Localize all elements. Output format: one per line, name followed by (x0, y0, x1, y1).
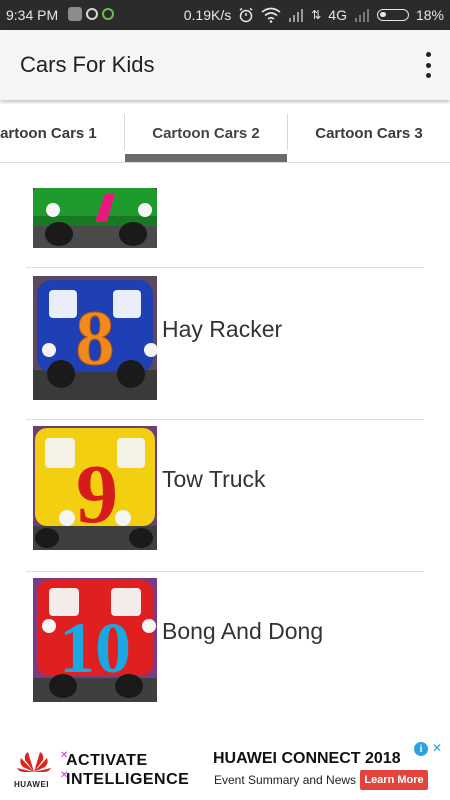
car-number: 10 (59, 608, 131, 688)
app-notification-icon (102, 8, 114, 20)
item-title: Bong And Dong (162, 618, 324, 644)
car-number: 7 (117, 210, 123, 221)
car-number: 8 (76, 294, 115, 381)
thumbnail-car-7: 7 (33, 188, 157, 248)
tab-bar: Cartoon Cars 1 Cartoon Cars 2 Cartoon Ca… (0, 104, 450, 163)
network-type: 4G (328, 7, 347, 23)
camera-notification-icon (86, 8, 98, 20)
thumbnail-car-10: 10 (33, 578, 157, 702)
wifi-icon (261, 7, 281, 23)
data-arrows-icon: ⇅ (311, 8, 322, 22)
list-item[interactable]: 9 Tow Truck (26, 420, 424, 572)
list-item[interactable]: 10 Bong And Dong (26, 572, 424, 724)
status-time: 9:34 PM (6, 7, 59, 23)
ad-brand: HUAWEI (14, 780, 49, 789)
signal-icon (289, 9, 304, 22)
ad-headline-1: ACTIVATE (66, 752, 148, 769)
ad-headline-2: INTELLIGENCE (66, 771, 190, 788)
network-speed: 0.19K/s (183, 7, 232, 23)
status-bar: 9:34 PM 0.19K/s ⇅ 4G 18% (0, 0, 450, 30)
active-tab-indicator (125, 154, 287, 162)
list-item[interactable]: 8 Hay Racker (26, 268, 424, 420)
thumbnail-car-8: 8 (33, 276, 157, 400)
ad-learn-more-button[interactable]: Learn More (360, 770, 428, 790)
tab-cartoon-cars-1[interactable]: Cartoon Cars 1 (0, 104, 124, 162)
car-number: 9 (76, 448, 118, 541)
list-item[interactable]: 7 (26, 164, 424, 268)
item-title: Tow Truck (162, 466, 266, 492)
tab-cartoon-cars-3[interactable]: Cartoon Cars 3 (288, 104, 450, 162)
app-title: Cars For Kids (20, 52, 155, 77)
battery-percent: 18% (415, 7, 444, 23)
overflow-menu-icon[interactable] (424, 52, 432, 78)
battery-icon (376, 9, 409, 21)
ad-subtitle: Event Summary and News (214, 773, 357, 787)
alarm-icon (239, 7, 253, 23)
app-bar: Cars For Kids (0, 30, 450, 100)
gallery-notification-icon (68, 7, 82, 21)
huawei-logo-icon (17, 752, 51, 772)
ad-banner[interactable]: HUAWEI ✕ ✕ ACTIVATE INTELLIGENCE HUAWEI … (0, 736, 450, 800)
ad-close-icon[interactable]: ✕ (432, 741, 442, 755)
ad-info-icon[interactable]: i (414, 742, 428, 756)
signal-2-icon (354, 9, 369, 22)
notification-icons (68, 7, 114, 21)
thumbnail-car-9: 9 (33, 426, 157, 550)
status-right: 0.19K/s ⇅ 4G 18% (184, 7, 444, 23)
item-title: Hay Racker (162, 316, 283, 342)
ad-event-title: HUAWEI CONNECT 2018 (213, 750, 401, 767)
